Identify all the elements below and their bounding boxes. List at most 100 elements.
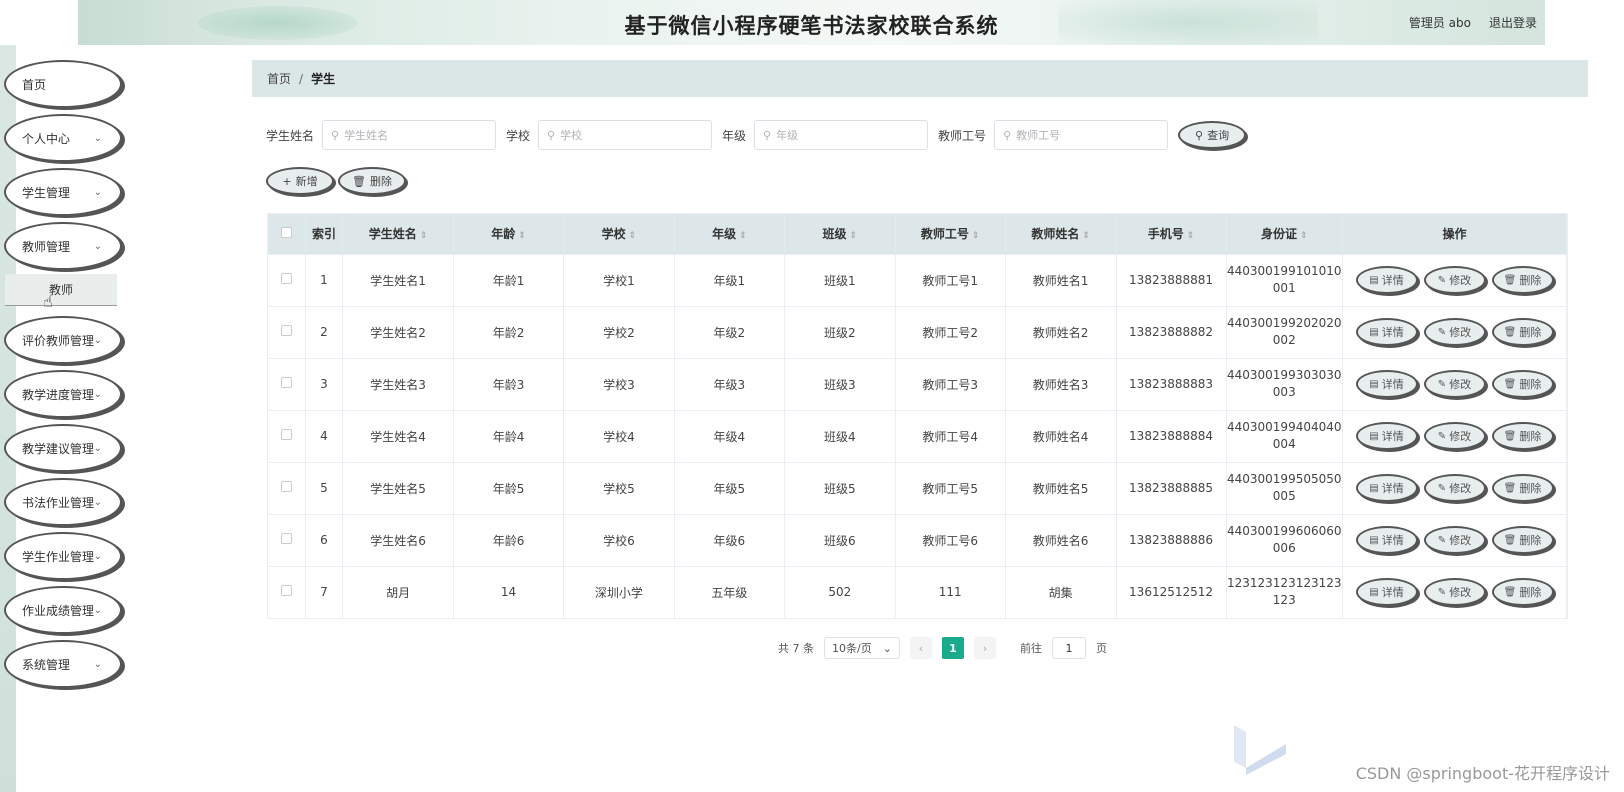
column-header[interactable]: 教师姓名 ⇕ xyxy=(1005,214,1117,254)
edit-button[interactable]: ✎ 修改 xyxy=(1423,266,1486,294)
search-input[interactable]: ⚲ 年级 xyxy=(754,120,929,150)
row-checkbox[interactable] xyxy=(280,273,292,284)
sidebar-item[interactable]: 书法作业管理 ⌄ xyxy=(4,478,122,526)
cell-teacher-name: 教师姓名5 xyxy=(1005,461,1117,514)
column-header[interactable]: 身份证 ⇕ xyxy=(1226,214,1343,254)
edit-button[interactable]: ✎ 修改 xyxy=(1423,422,1486,450)
sort-icon[interactable]: ⇕ xyxy=(1300,231,1308,241)
chevron-down-icon: ⌄ xyxy=(93,497,102,508)
breadcrumb-home[interactable]: 首页 xyxy=(267,70,291,87)
delete-button[interactable]: 🗑 删除 xyxy=(1491,266,1554,294)
delete-button[interactable]: 🗑 删除 xyxy=(1491,370,1554,398)
column-header[interactable]: 手机号 ⇕ xyxy=(1116,214,1227,254)
detail-button[interactable]: ▤ 详情 xyxy=(1355,370,1418,398)
row-select-cell xyxy=(268,357,306,410)
delete-button[interactable]: 🗑 删除 xyxy=(1491,474,1554,502)
cell-teacher-no: 教师工号4 xyxy=(895,409,1006,462)
edit-button[interactable]: ✎ 修改 xyxy=(1423,318,1486,346)
detail-button[interactable]: ▤ 详情 xyxy=(1355,318,1418,346)
search-placeholder: 年级 xyxy=(776,129,799,142)
sort-icon[interactable]: ⇕ xyxy=(420,231,428,241)
document-icon: ▤ xyxy=(1369,378,1379,390)
next-page-button[interactable]: › xyxy=(974,637,996,659)
page-number-current[interactable]: 1 xyxy=(942,637,964,659)
column-header[interactable]: 年级 ⇕ xyxy=(674,214,785,254)
column-header[interactable]: 学生姓名 ⇕ xyxy=(342,214,455,254)
goto-page-input[interactable]: 1 xyxy=(1052,637,1086,659)
column-header[interactable]: 班级 ⇕ xyxy=(784,214,896,254)
add-button[interactable]: + 新增 xyxy=(266,167,334,195)
sort-icon[interactable]: ⇕ xyxy=(739,231,747,241)
cell-index: 3 xyxy=(305,357,344,410)
table-row: 7 胡月 14 深圳小学 五年级 502 111 胡集 13612512512 123123123… xyxy=(268,565,1567,618)
row-checkbox[interactable] xyxy=(280,377,292,388)
search-input[interactable]: ⚲ 学生姓名 xyxy=(322,120,497,150)
detail-button[interactable]: ▤ 详情 xyxy=(1355,474,1418,502)
edit-button[interactable]: ✎ 修改 xyxy=(1423,370,1486,398)
csdn-logo-icon xyxy=(1234,725,1286,775)
pencil-icon: ✎ xyxy=(1437,534,1447,546)
delete-button[interactable]: 🗑 删除 xyxy=(1491,422,1554,450)
column-header-label: 学生姓名 xyxy=(368,227,417,242)
sort-icon[interactable]: ⇕ xyxy=(629,231,637,241)
logout-link[interactable]: 退出登录 xyxy=(1489,14,1537,31)
query-button[interactable]: ⚲ 查询 xyxy=(1178,121,1247,149)
sort-icon[interactable]: ⇕ xyxy=(972,231,980,241)
sidebar-item[interactable]: 系统管理 ⌄ xyxy=(4,640,122,688)
chevron-down-icon: ⌄ xyxy=(93,389,102,400)
cell-class: 班级6 xyxy=(784,513,896,566)
sort-icon[interactable]: ⇕ xyxy=(1187,231,1195,241)
column-header[interactable]: 教师工号 ⇕ xyxy=(895,214,1006,254)
cell-index: 5 xyxy=(305,461,344,514)
edit-button[interactable]: ✎ 修改 xyxy=(1423,526,1486,554)
sidebar-item[interactable]: 个人中心 ⌄ xyxy=(4,114,122,162)
detail-button[interactable]: ▤ 详情 xyxy=(1355,578,1418,607)
detail-button[interactable]: ▤ 详情 xyxy=(1355,526,1418,554)
row-checkbox[interactable] xyxy=(280,481,292,492)
table-row: 1 学生姓名1 年龄1 学校1 年级1 班级1 教师工号1 教师姓名1 13823888881 4… xyxy=(268,253,1567,306)
sidebar-item[interactable]: 学生作业管理 ⌄ xyxy=(4,532,122,580)
edit-label: 修改 xyxy=(1449,482,1472,495)
sort-icon[interactable]: ⇕ xyxy=(518,231,526,241)
row-select-cell xyxy=(268,409,306,462)
sidebar-item[interactable]: 作业成绩管理 ⌄ xyxy=(4,586,122,634)
row-checkbox[interactable] xyxy=(280,533,292,544)
sidebar-item[interactable]: 教师管理 ⌄ xyxy=(4,222,122,270)
edit-button[interactable]: ✎ 修改 xyxy=(1423,578,1486,607)
page-title: 基于微信小程序硬笔书法家校联合系统 xyxy=(624,14,999,38)
sidebar-item[interactable]: 教学进度管理 ⌄ xyxy=(4,370,122,418)
sidebar-item[interactable]: 教学建议管理 ⌄ xyxy=(4,424,122,472)
sort-icon[interactable]: ⇕ xyxy=(850,231,858,241)
search-label: 教师工号 xyxy=(938,128,987,143)
sort-icon[interactable]: ⇕ xyxy=(1082,231,1090,241)
pencil-icon: ✎ xyxy=(1437,482,1447,494)
row-checkbox[interactable] xyxy=(280,325,292,336)
column-header-label: 年级 xyxy=(712,227,737,242)
delete-button[interactable]: 🗑 删除 xyxy=(1491,526,1554,554)
column-header[interactable]: 学校 ⇕ xyxy=(563,214,675,254)
detail-button[interactable]: ▤ 详情 xyxy=(1355,422,1418,450)
column-header[interactable]: 年龄 ⇕ xyxy=(453,214,564,254)
sidebar-item[interactable]: 首页 xyxy=(4,60,122,108)
search-input[interactable]: ⚲ 教师工号 xyxy=(994,120,1169,150)
search-input[interactable]: ⚲ 学校 xyxy=(538,120,713,150)
prev-page-button[interactable]: ‹ xyxy=(910,637,932,659)
cell-age: 年龄2 xyxy=(453,305,564,358)
page-size-select[interactable]: 10条/页 ⌄ xyxy=(824,637,900,659)
sidebar-item[interactable]: 评价教师管理 ⌄ xyxy=(4,316,122,364)
cell-age: 年龄5 xyxy=(453,461,564,514)
sidebar-item[interactable]: 学生管理 ⌄ xyxy=(4,168,122,216)
page-size-value: 10条/页 xyxy=(832,642,872,655)
edit-button[interactable]: ✎ 修改 xyxy=(1423,474,1486,502)
sidebar-subitem[interactable]: 教师 ☝ xyxy=(5,274,117,311)
delete-button[interactable]: 🗑 删除 xyxy=(1491,578,1554,607)
row-checkbox[interactable] xyxy=(280,429,292,440)
delete-button[interactable]: 🗑 删除 xyxy=(338,167,406,195)
delete-button[interactable]: 🗑 删除 xyxy=(1491,318,1554,346)
detail-button[interactable]: ▤ 详情 xyxy=(1355,266,1418,294)
row-checkbox[interactable] xyxy=(280,585,292,597)
cell-actions: ▤ 详情 ✎ 修改 🗑 删除 xyxy=(1342,513,1567,566)
trash-icon: 🗑 xyxy=(1503,586,1517,598)
id-card-line: 002 xyxy=(1272,333,1296,347)
select-all-checkbox[interactable] xyxy=(280,226,292,238)
